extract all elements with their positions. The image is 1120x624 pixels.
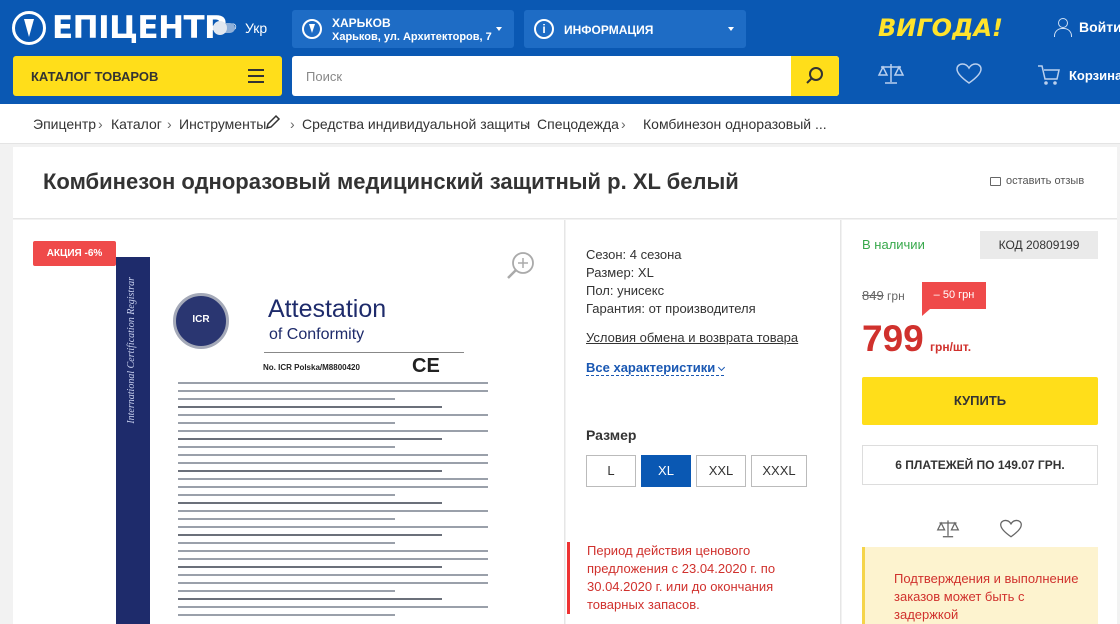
delay-notice-text: Подтверждения и выполнение заказов может… [894, 571, 1079, 622]
promo-link[interactable]: ВИГОДА! [878, 14, 1003, 42]
product-title-bar: Комбинезон одноразовый медицинский защит… [13, 147, 1117, 219]
exchange-terms-link[interactable]: Условия обмена и возврата товара [586, 330, 798, 345]
search-bar: Поиск [292, 56, 839, 96]
login-label: Войти [1079, 19, 1120, 35]
current-price: 799 [862, 318, 924, 359]
product-image[interactable]: International Certification Registrar IC… [116, 257, 516, 624]
city-name: ХАРЬКОВ [332, 16, 391, 30]
language-toggle[interactable]: Укр [213, 20, 267, 36]
search-input[interactable]: Поиск [306, 69, 342, 84]
chevron-down-icon [718, 363, 726, 372]
zoom-in-icon[interactable] [505, 250, 537, 282]
certificate-spine: International Certification Registrar [116, 257, 150, 624]
spec-item: Размер: XL [586, 265, 654, 280]
certificate-number: No. ICR Polska/M8800420 [263, 363, 360, 372]
cart-icon [1038, 65, 1060, 85]
pencil-icon [265, 114, 281, 133]
spec-item: Гарантия: от производителя [586, 301, 756, 316]
location-pin-icon [302, 19, 322, 39]
login-button[interactable]: Войти [1053, 18, 1120, 37]
cart-button[interactable]: Корзина [1037, 63, 1120, 87]
breadcrumb-item[interactable]: Средства индивидуальной защиты [302, 116, 530, 132]
old-price: 849 грн [862, 288, 905, 303]
city-selector[interactable]: ХАРЬКОВ Харьков, ул. Архитекторов, 7 [292, 10, 514, 48]
breadcrumb-separator-icon: › [525, 116, 530, 132]
logo-icon [12, 11, 46, 45]
logo-text: ЕПІЦЕНТР [52, 10, 227, 46]
buy-button[interactable]: КУПИТЬ [862, 377, 1098, 425]
info-dropdown[interactable]: i ИНФОРМАЦИЯ [524, 10, 746, 48]
price-unit: грн/шт. [930, 340, 972, 354]
compare-icon[interactable] [877, 62, 905, 86]
stock-status: В наличии [862, 237, 925, 252]
size-selector: L XL XXL XXXL [586, 455, 812, 487]
discount-badge: – 50 грн [922, 282, 986, 316]
info-icon: i [534, 19, 554, 39]
heart-icon[interactable] [999, 518, 1023, 540]
size-option-l[interactable]: L [586, 455, 636, 487]
chevron-down-icon [496, 27, 502, 31]
certificate-subtitle: of Conformity [269, 326, 365, 343]
spec-item: Пол: унисекс [586, 283, 665, 298]
search-icon [806, 67, 823, 84]
product-details: Сезон: 4 сезона Размер: XL Пол: унисекс … [566, 220, 841, 624]
sale-badge: АКЦИЯ -6% [33, 241, 116, 266]
breadcrumb-separator-icon: › [290, 116, 295, 132]
catalog-button[interactable]: КАТАЛОГ ТОВАРОВ [13, 56, 282, 96]
product-code: КОД 20809199 [980, 231, 1098, 259]
breadcrumb-separator-icon: › [98, 116, 103, 132]
all-specs-link[interactable]: Все характеристики [586, 360, 726, 376]
breadcrumb-item[interactable]: Каталог [111, 116, 162, 132]
review-label: оставить отзыв [1006, 175, 1085, 187]
certificate-body-text [178, 382, 488, 622]
user-icon [1053, 18, 1072, 37]
menu-icon [248, 69, 264, 83]
size-option-xl[interactable]: XL [641, 455, 691, 487]
size-option-xxl[interactable]: XXL [696, 455, 746, 487]
certificate-seal: ICR [173, 293, 229, 349]
language-label: Укр [245, 20, 268, 36]
installments-button[interactable]: 6 ПЛАТЕЖЕЙ ПО 149.07 ГРН. [862, 445, 1098, 485]
compare-icon[interactable] [936, 518, 960, 540]
info-label: ИНФОРМАЦИЯ [564, 23, 654, 37]
breadcrumb-current: Комбинезон одноразовый ... [643, 116, 827, 132]
leave-review-link[interactable]: оставить отзыв [990, 175, 1084, 187]
page-title: Комбинезон одноразовый медицинский защит… [43, 169, 739, 194]
heart-icon[interactable] [955, 62, 983, 86]
city-address: Харьков, ул. Архитекторов, 7 [332, 31, 492, 43]
catalog-label: КАТАЛОГ ТОВАРОВ [31, 69, 159, 84]
breadcrumb: Эпицентр › Каталог › Инструменты › Средс… [0, 104, 1120, 144]
breadcrumb-separator-icon: › [167, 116, 172, 132]
toggle-switch[interactable] [213, 21, 235, 35]
logo[interactable]: ЕПІЦЕНТР ® [12, 10, 237, 46]
cart-label: Корзина [1069, 67, 1120, 83]
buy-box: В наличии КОД 20809199 849 грн – 50 грн … [842, 220, 1117, 624]
certificate-title: Attestation [268, 295, 387, 323]
size-option-xxxl[interactable]: XXXL [751, 455, 807, 487]
offer-period-note: Период действия ценового предложения с 2… [567, 542, 797, 614]
breadcrumb-separator-icon: › [621, 116, 626, 132]
old-price-value: 849 [862, 288, 884, 303]
chevron-down-icon [728, 27, 734, 31]
breadcrumb-item[interactable]: Эпицентр [33, 116, 96, 132]
size-label: Размер [586, 427, 637, 443]
spec-list: Сезон: 4 сезона Размер: XL Пол: унисекс … [586, 246, 756, 318]
delay-notice: Подтверждения и выполнение заказов может… [862, 547, 1098, 624]
breadcrumb-item[interactable]: Спецодежда [537, 116, 619, 132]
divider [264, 352, 464, 353]
old-price-currency: грн [887, 289, 905, 303]
site-header: ЕПІЦЕНТР ® Укр ХАРЬКОВ Харьков, ул. Архи… [0, 0, 1120, 104]
spec-item: Сезон: 4 сезона [586, 247, 682, 262]
search-button[interactable] [791, 56, 839, 96]
product-gallery: International Certification Registrar IC… [13, 220, 565, 624]
ce-mark: CE [412, 355, 440, 377]
breadcrumb-item[interactable]: Инструменты [179, 116, 266, 132]
comment-icon [990, 176, 1001, 186]
